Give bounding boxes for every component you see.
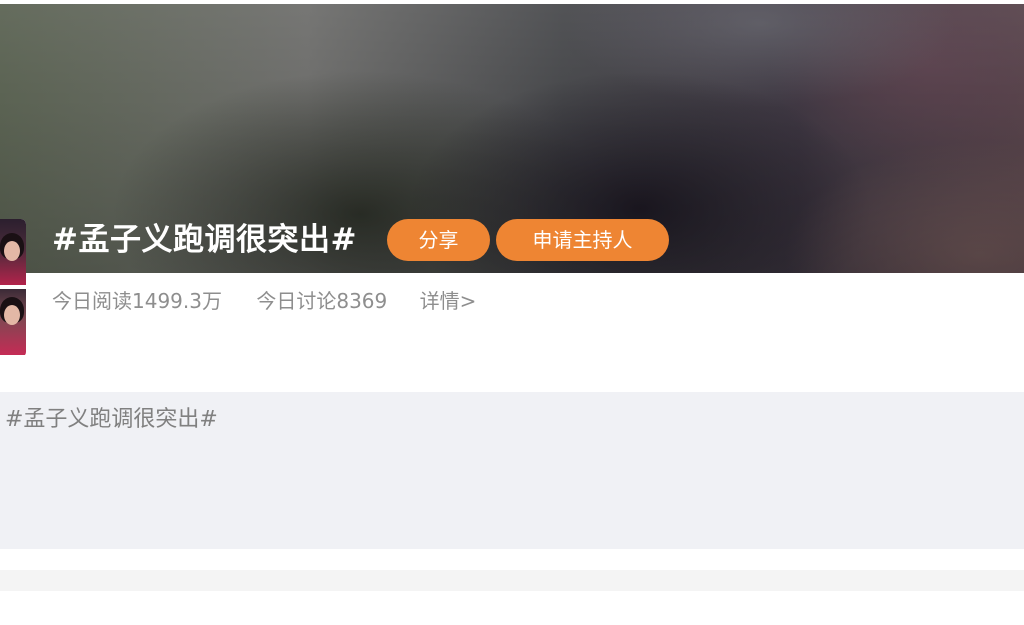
avatar-face-shape	[4, 305, 20, 325]
topic-stats-row: 今日阅读1499.3万 今日讨论8369 详情>	[52, 286, 476, 316]
share-button[interactable]: 分享	[387, 219, 490, 261]
today-discussions-stat: 今日讨论8369	[256, 289, 388, 313]
post-input-text[interactable]: #孟子义跑调很突出#	[5, 405, 218, 435]
avatar-photo-bottom	[0, 289, 26, 355]
avatar-face-shape	[4, 241, 20, 261]
avatar-photo-top	[0, 219, 26, 285]
topic-title: #孟子义跑调很突出#	[52, 222, 357, 258]
today-reads-stat: 今日阅读1499.3万	[52, 289, 222, 313]
apply-host-button[interactable]: 申请主持人	[496, 219, 669, 261]
topic-avatar[interactable]	[0, 219, 26, 357]
details-link[interactable]: 详情>	[420, 286, 477, 316]
section-divider	[0, 570, 1024, 591]
topic-page: #孟子义跑调很突出# 分享 申请主持人 今日阅读1499.3万 今日讨论8369…	[0, 0, 1024, 625]
